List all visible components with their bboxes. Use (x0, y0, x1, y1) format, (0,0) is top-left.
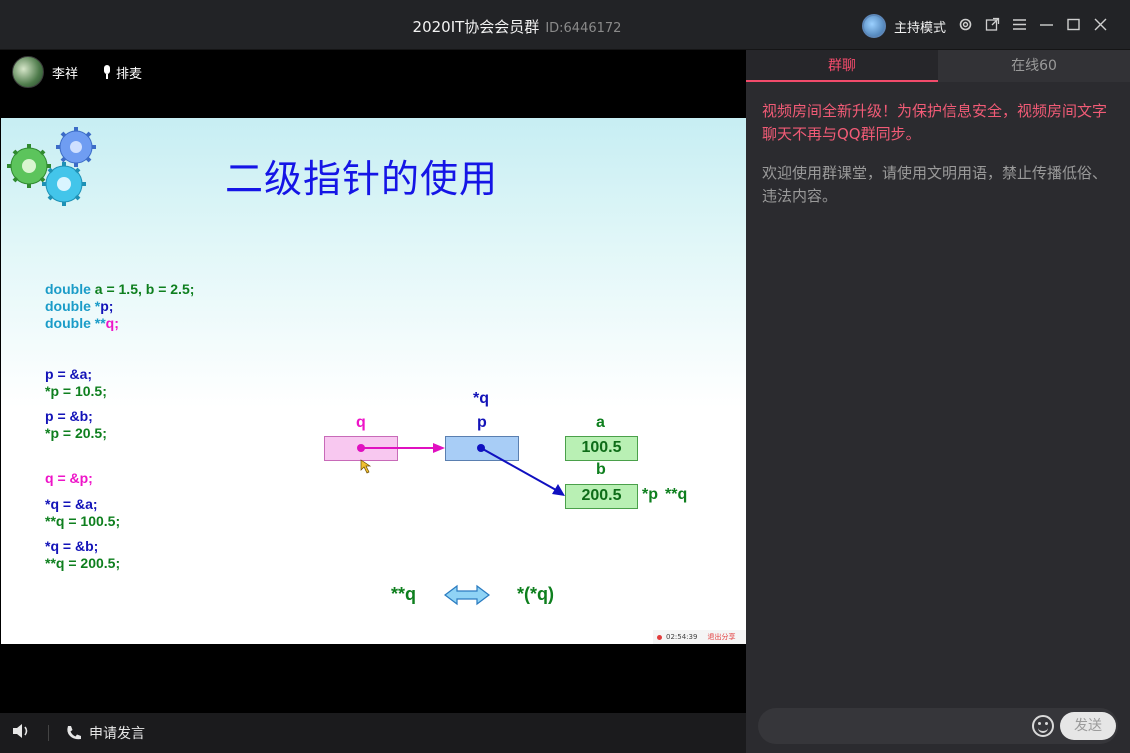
chat-panel: 群聊 在线60 视频房间全新升级！为保护信息安全，视频房间文字聊天不再与QQ群同… (746, 50, 1130, 753)
menu-icon[interactable] (1012, 17, 1027, 32)
equiv-right: *(*q) (517, 584, 554, 604)
group-name: 2020IT协会会员群 (412, 18, 540, 36)
p-to-b-arrow (480, 447, 557, 491)
request-speak-button[interactable]: 申请发言 (65, 723, 145, 743)
mic-queue-button[interactable]: 排麦 (102, 63, 142, 82)
chat-input[interactable]: 发送 (758, 708, 1118, 744)
request-speak-label: 申请发言 (89, 726, 145, 742)
welcome-message: 欢迎使用群课堂，请使用文明用语，禁止传播低俗、违法内容。 (762, 164, 1108, 205)
p-to-b-arrowhead (552, 484, 565, 496)
chat-tabs: 群聊 在线60 (746, 50, 1130, 82)
close-icon[interactable] (1093, 17, 1108, 32)
window-controls (958, 17, 1108, 32)
tab-group-chat[interactable]: 群聊 (746, 50, 938, 82)
bottom-controls: 申请发言 (0, 713, 746, 753)
recording-time: 02:54:39 (666, 633, 698, 641)
emoji-icon[interactable] (1032, 715, 1054, 737)
equivalence-arrow-icon (444, 584, 490, 606)
room-id: ID:6446172 (545, 21, 622, 36)
screen-share-area: 李祥 排麦 二级指针的使用 double a = 1.5, b = 2.5; d… (0, 50, 746, 713)
equiv-left: **q (391, 584, 417, 604)
shared-slide: 二级指针的使用 double a = 1.5, b = 2.5; double … (1, 118, 746, 644)
system-notice: 视频房间全新升级！为保护信息安全，视频房间文字聊天不再与QQ群同步。 (762, 102, 1108, 143)
speaker-name: 李祥 (52, 66, 79, 82)
phone-icon (67, 726, 81, 740)
recording-bar: 02:54:39 退出分享 (653, 630, 746, 644)
tab-online-members[interactable]: 在线60 (938, 50, 1130, 82)
exit-share-button[interactable]: 退出分享 (707, 632, 735, 642)
maximize-icon[interactable] (1066, 17, 1081, 32)
speaker-info: 李祥 排麦 (12, 56, 142, 88)
host-mode-label: 主持模式 (894, 20, 947, 36)
mouse-cursor-icon (360, 459, 372, 474)
settings-icon[interactable] (958, 17, 973, 32)
speaker-avatar[interactable] (12, 56, 44, 88)
pointer-arrows (357, 443, 565, 606)
q-to-p-arrowhead (433, 443, 445, 453)
minimize-icon[interactable] (1039, 17, 1054, 32)
popout-icon[interactable] (985, 17, 1000, 32)
speaker-volume-icon[interactable] (12, 723, 32, 743)
divider (48, 725, 49, 741)
app-window: 2020IT协会会员群 ID:6446172 主持模式 李祥 排麦 二级指针的使… (0, 0, 1130, 753)
host-mode[interactable]: 主持模式 (862, 14, 946, 38)
mic-queue-label: 排麦 (116, 66, 143, 82)
title-bar: 2020IT协会会员群 ID:6446172 主持模式 (0, 0, 1130, 50)
host-avatar (862, 14, 886, 38)
microphone-icon (102, 65, 112, 79)
send-button[interactable]: 发送 (1060, 712, 1116, 740)
record-dot-icon (657, 634, 662, 640)
